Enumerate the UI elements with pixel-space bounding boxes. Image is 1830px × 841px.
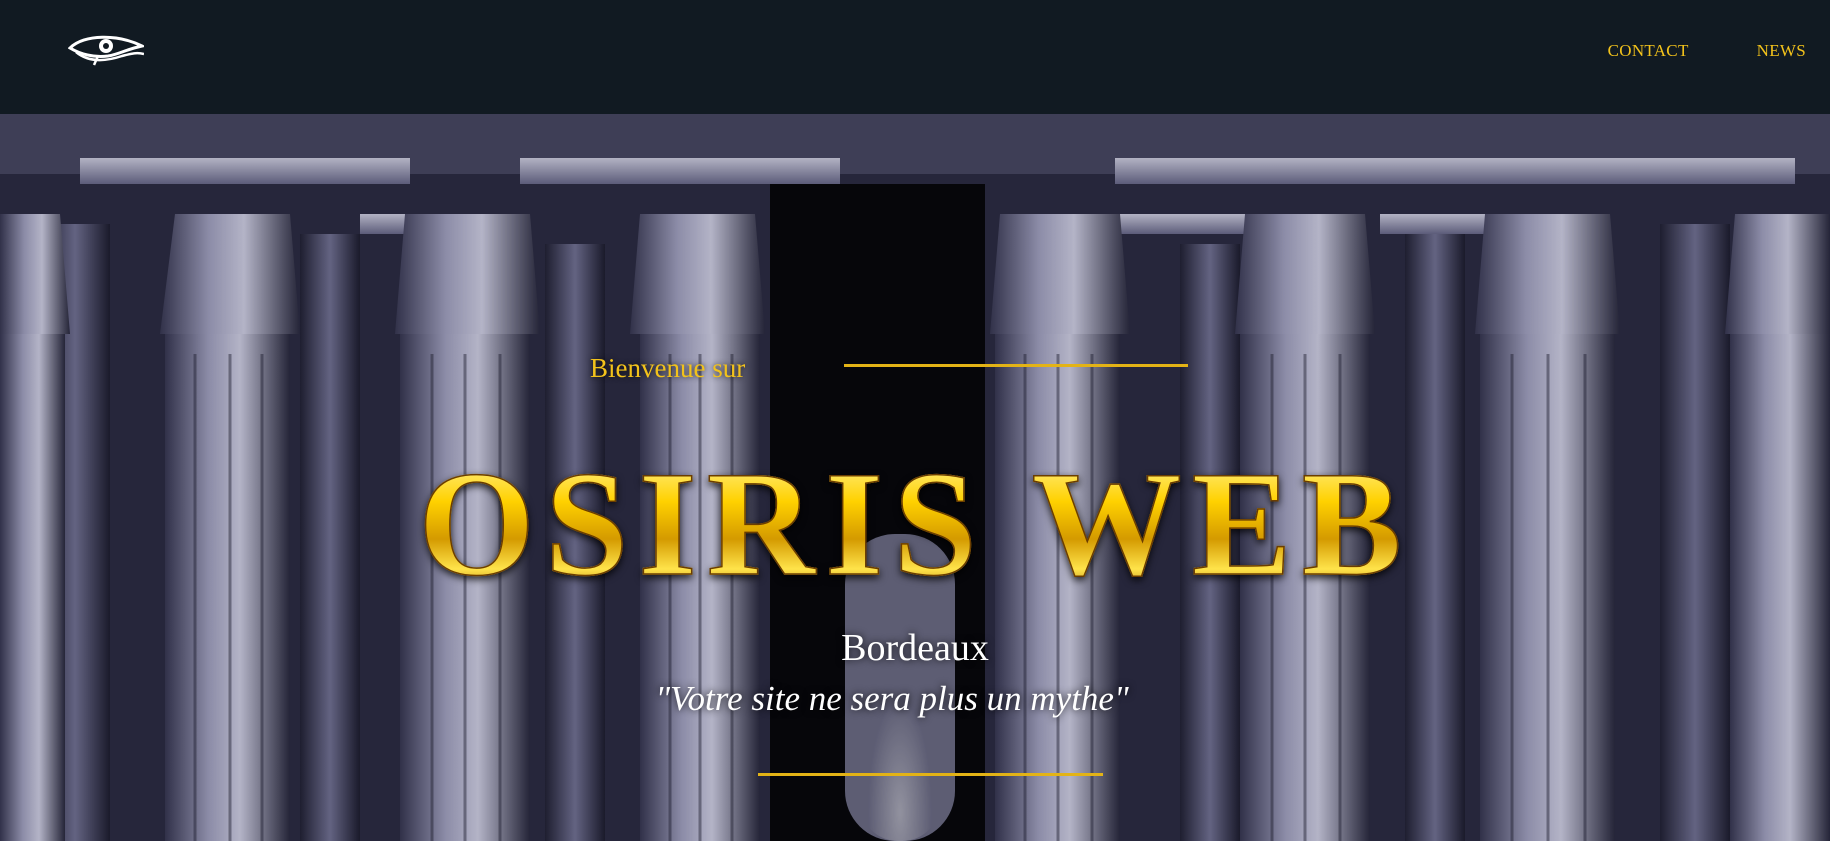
- nav-link-contact[interactable]: CONTACT: [1608, 41, 1689, 61]
- eye-of-horus-icon[interactable]: [68, 32, 144, 66]
- bottom-divider: [758, 773, 1103, 776]
- top-navigation-bar: CONTACT NEWS: [0, 0, 1830, 114]
- top-divider: [844, 364, 1188, 367]
- tagline: "Votre site ne sera plus un mythe": [655, 679, 1129, 718]
- welcome-text: Bienvenue sur: [590, 353, 746, 383]
- nav-link-news[interactable]: NEWS: [1757, 41, 1806, 61]
- site-title: OSIRIS WEB: [0, 448, 1830, 600]
- main-nav: CONTACT NEWS: [1608, 41, 1806, 61]
- hero-section: Bienvenue sur OSIRIS WEB Bordeaux "Votre…: [0, 114, 1830, 841]
- city-label: Bordeaux: [841, 627, 989, 669]
